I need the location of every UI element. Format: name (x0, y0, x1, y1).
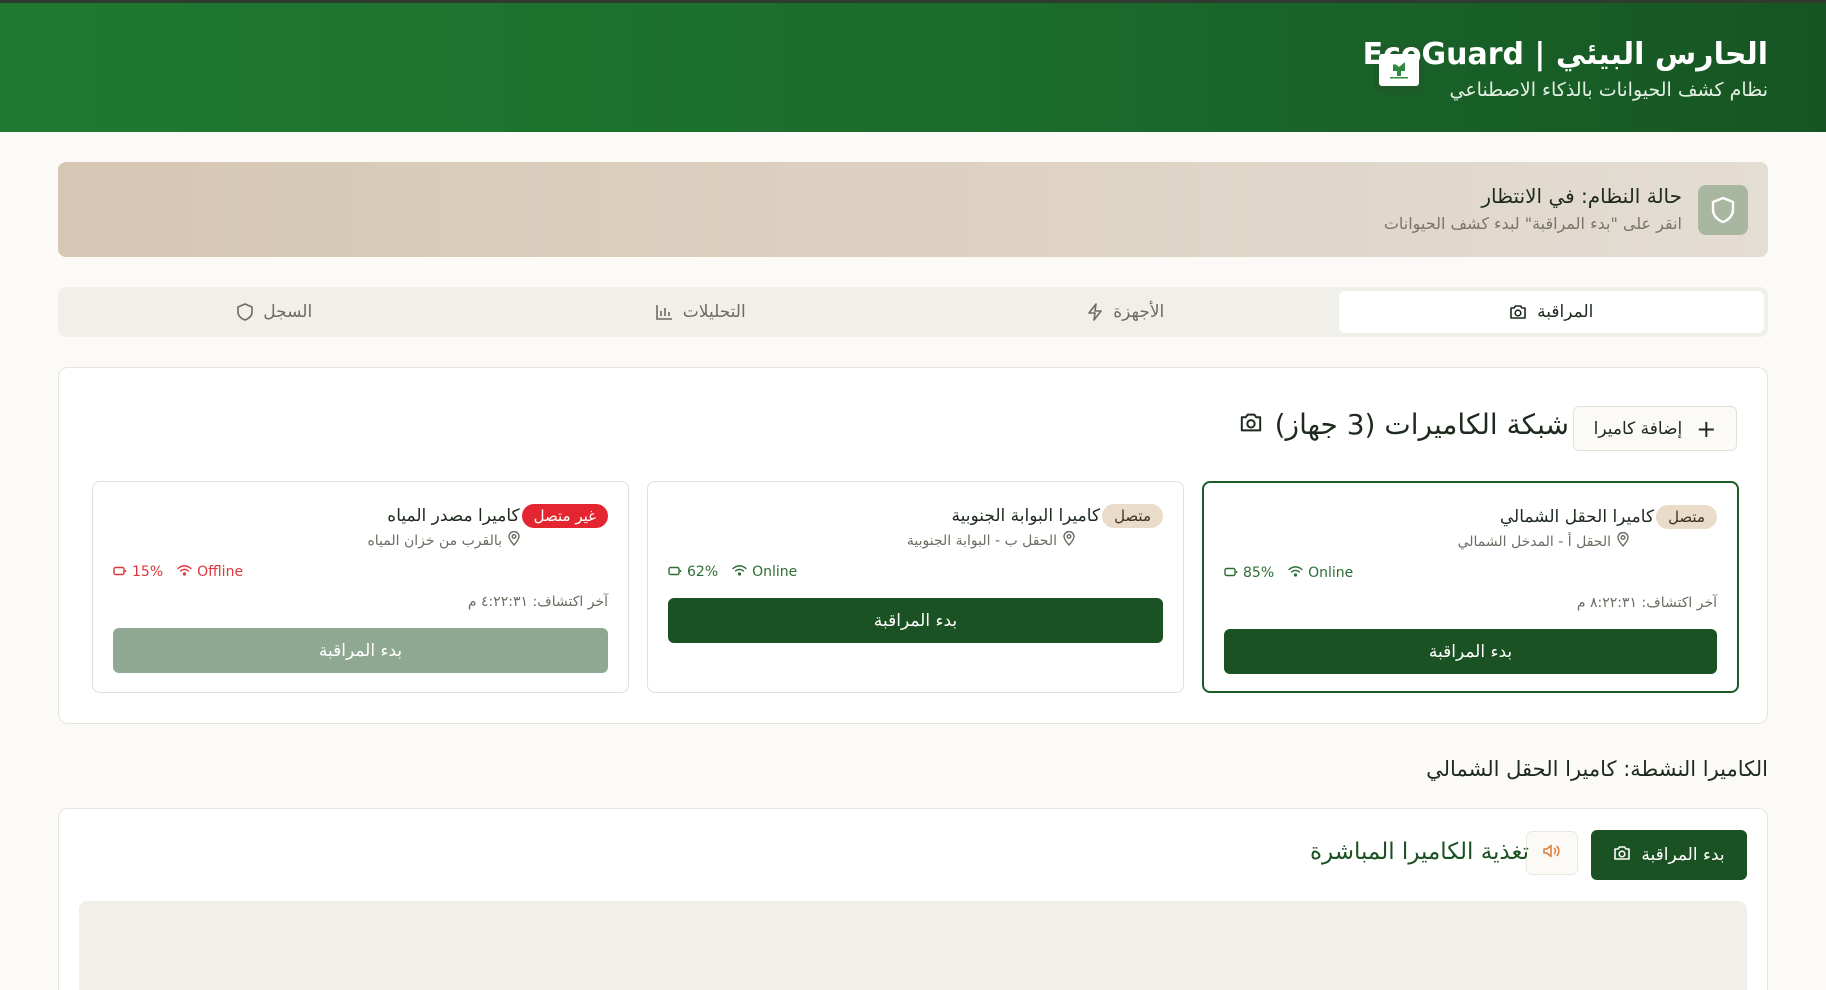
camera-name: كاميرا البوابة الجنوبية (951, 506, 1101, 526)
status-badge: غير متصل (521, 504, 608, 528)
tab-log[interactable]: السجل (62, 291, 488, 333)
shield-icon (1698, 185, 1748, 235)
camera-icon (1613, 845, 1631, 866)
camera-icon (1239, 412, 1263, 437)
start-monitoring-button[interactable]: بدء المراقبة (113, 628, 608, 673)
active-camera-label: الكاميرا النشطة: كاميرا الحقل الشمالي (1426, 757, 1768, 781)
camera-card-water-source[interactable]: غير متصل كاميرا مصدر المياه بالقرب من خز… (92, 481, 629, 693)
battery-icon (668, 564, 682, 580)
tab-log-label: السجل (263, 302, 313, 322)
tab-devices[interactable]: الأجهزة (913, 291, 1339, 333)
battery-stat: 62% (668, 564, 718, 580)
speaker-icon (1542, 843, 1562, 863)
camera-name: كاميرا الحقل الشمالي (1499, 507, 1655, 527)
camera-stats: 62% Online (668, 564, 797, 580)
plus-icon: + (1696, 414, 1717, 443)
camera-location-text: بالقرب من خزان المياه (367, 532, 502, 549)
camera-card-header: متصل كاميرا الحقل الشمالي (1500, 505, 1717, 529)
camera-network-panel: + إضافة كاميرا شبكة الكاميرات (3 جهاز) م… (58, 367, 1768, 724)
battery-icon (1224, 565, 1238, 581)
camera-card-north-field[interactable]: متصل كاميرا الحقل الشمالي الحقل أ - المد… (1202, 481, 1739, 693)
network-title-group: شبكة الكاميرات (3 جهاز) (1239, 408, 1569, 441)
map-pin-icon (508, 530, 520, 550)
battery-stat: 15% (113, 564, 163, 580)
camera-card-south-gate[interactable]: متصل كاميرا البوابة الجنوبية الحقل ب - ا… (647, 481, 1184, 693)
map-pin-icon (1617, 531, 1629, 551)
main-tabs: المراقبة الأجهزة التحليلات السجل (58, 287, 1768, 337)
wifi-icon (1288, 565, 1303, 581)
camera-card-header: غير متصل كاميرا مصدر المياه (387, 504, 608, 528)
connection-stat: Online (1288, 565, 1353, 581)
feed-start-label: بدء المراقبة (1641, 845, 1725, 865)
camera-stats: 15% Offline (113, 564, 243, 580)
start-monitoring-button[interactable]: بدء المراقبة (668, 598, 1163, 643)
connection-stat: Online (732, 564, 797, 580)
video-feed-area (79, 901, 1747, 990)
feed-start-monitoring-button[interactable]: بدء المراقبة (1591, 830, 1747, 880)
network-title: شبكة الكاميرات (3 جهاز) (1274, 408, 1569, 441)
camera-stats: 85% Online (1224, 565, 1353, 581)
tab-monitoring[interactable]: المراقبة (1338, 291, 1764, 333)
camera-location-text: الحقل أ - المدخل الشمالي (1457, 533, 1611, 550)
tab-devices-label: الأجهزة (1113, 302, 1165, 322)
lightning-icon (1087, 303, 1103, 321)
camera-icon (1509, 304, 1527, 320)
sound-toggle-button[interactable] (1526, 831, 1578, 875)
status-badge: متصل (1102, 504, 1163, 528)
connection-status: Online (752, 564, 798, 580)
tab-analytics[interactable]: التحليلات (488, 291, 914, 333)
camera-location: بالقرب من خزان المياه (367, 530, 520, 550)
camera-card-header: متصل كاميرا البوابة الجنوبية (951, 504, 1163, 528)
last-detection: آخر اكتشاف: ٨:٢٢:٣١ م (1576, 595, 1717, 611)
tab-monitoring-label: المراقبة (1537, 302, 1594, 322)
wifi-icon (177, 564, 192, 580)
add-camera-button[interactable]: + إضافة كاميرا (1573, 406, 1737, 451)
connection-status: Offline (197, 564, 244, 580)
status-badge: متصل (1656, 505, 1717, 529)
last-detection: آخر اكتشاف: ٤:٢٢:٣١ م (467, 594, 608, 610)
connection-stat: Offline (177, 564, 243, 580)
bar-chart-icon (655, 304, 673, 320)
wifi-icon (732, 564, 747, 580)
tab-analytics-label: التحليلات (682, 302, 746, 322)
status-title: حالة النظام: في الانتظار (1481, 184, 1682, 208)
live-feed-title: تغذية الكاميرا المباشرة (1309, 839, 1529, 865)
app-subtitle: نظام كشف الحيوانات بالذكاء الاصطناعي (1449, 79, 1768, 101)
add-camera-label: إضافة كاميرا (1593, 418, 1683, 439)
camera-location: الحقل ب - البوابة الجنوبية (906, 530, 1075, 550)
map-pin-icon (1063, 530, 1075, 550)
connection-status: Online (1308, 565, 1354, 581)
camera-name: كاميرا مصدر المياه (387, 506, 520, 526)
start-monitoring-button[interactable]: بدء المراقبة (1224, 629, 1717, 674)
camera-location-text: الحقل ب - البوابة الجنوبية (906, 532, 1057, 549)
camera-location: الحقل أ - المدخل الشمالي (1457, 531, 1629, 551)
app-header: الحارس البيئي | EcoGuard نظام كشف الحيوا… (0, 0, 1826, 132)
battery-level: 15% (132, 564, 164, 580)
battery-low-icon (113, 564, 127, 580)
battery-stat: 85% (1224, 565, 1274, 581)
battery-level: 62% (687, 564, 719, 580)
system-status-banner: حالة النظام: في الانتظار انقر على "بدء ا… (58, 162, 1768, 257)
status-hint: انقر على "بدء المراقبة" لبدء كشف الحيوان… (1383, 214, 1682, 233)
app-title: الحارس البيئي | EcoGuard (1362, 37, 1768, 72)
battery-level: 85% (1243, 565, 1275, 581)
live-feed-panel: بدء المراقبة تغذية الكاميرا المباشرة (58, 808, 1768, 990)
shield-icon (237, 303, 254, 321)
